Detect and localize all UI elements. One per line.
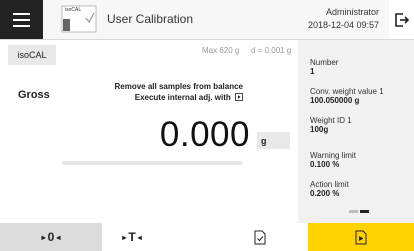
zero-button[interactable]: ▸ 0 ◂: [0, 223, 102, 251]
user-name: Administrator: [325, 7, 379, 17]
page-indicator[interactable]: [349, 210, 369, 213]
unit-selector[interactable]: g: [257, 132, 290, 149]
weighing-progress-bar: [62, 161, 243, 165]
max-capacity: Max 620 g: [202, 46, 240, 55]
info-label: Conv. weight value 1: [310, 87, 384, 96]
info-item-warning-limit: Warning limit 0.100 %: [310, 151, 356, 169]
info-label: Action limit: [310, 180, 349, 189]
instruction-text: Execute internal adj. with: [134, 93, 231, 102]
arrow-right-icon: ▸: [41, 232, 46, 242]
menu-icon-line: [13, 12, 30, 15]
info-panel: Number 1 Conv. weight value 1 100.050000…: [298, 40, 414, 223]
info-value: 0.100 %: [310, 160, 340, 169]
logout-icon: [394, 12, 409, 27]
gross-label: Gross: [18, 89, 50, 101]
info-label: Number: [310, 58, 339, 67]
info-value: 1: [310, 67, 315, 76]
app-title: User Calibration: [107, 12, 194, 26]
date-time: 2018-12-04 09:57: [307, 20, 379, 30]
menu-icon-line: [13, 18, 30, 21]
menu-icon-line: [13, 24, 30, 27]
protocol-button[interactable]: [230, 223, 290, 251]
isocal-button[interactable]: isoCAL: [8, 45, 56, 65]
instruction-line-1: Remove all samples from balance: [114, 82, 244, 91]
page-dot: [349, 210, 358, 213]
info-item-weight-id: Weight ID 1 100g: [310, 116, 352, 134]
readability: d = 0.001 g: [251, 46, 292, 55]
isocal-app-icon: isoCAL: [61, 5, 97, 33]
instruction-line-2: Execute internal adj. with: [98, 93, 243, 102]
zero-button-label: 0: [47, 230, 55, 244]
info-label: Weight ID 1: [310, 116, 352, 125]
arrow-left-icon: ◂: [56, 232, 61, 242]
menu-button[interactable]: [0, 0, 43, 39]
info-label: Warning limit: [310, 151, 356, 160]
weighing-panel: isoCAL Max 620 g d = 0.001 g Gross Remov…: [0, 40, 298, 223]
info-item-action-limit: Action limit 0.200 %: [310, 180, 349, 198]
execute-inline-icon: [235, 93, 243, 101]
logout-button[interactable]: [389, 0, 414, 39]
app-icon-label: isoCAL: [65, 7, 82, 13]
execute-button[interactable]: [308, 223, 414, 251]
function-bar: ▸ 0 ◂ ▸ T ◂: [0, 223, 414, 251]
tare-button[interactable]: ▸ T ◂: [102, 223, 162, 251]
info-item-number: Number 1: [310, 58, 338, 76]
document-check-icon: [254, 230, 266, 244]
arrow-right-icon: ▸: [122, 232, 127, 242]
info-value: 0.200 %: [310, 189, 340, 198]
execute-document-icon: [355, 230, 367, 244]
weight-display: 0.000: [159, 115, 250, 154]
page-dot-active: [360, 210, 369, 213]
info-item-conv-weight: Conv. weight value 1 100.050000 g: [310, 87, 384, 105]
arrow-left-icon: ◂: [137, 232, 142, 242]
info-value: 100g: [310, 125, 329, 134]
tare-button-label: T: [128, 230, 136, 244]
header-bar: isoCAL User Calibration Administrator 20…: [43, 0, 389, 39]
info-value: 100.050000 g: [310, 96, 360, 105]
